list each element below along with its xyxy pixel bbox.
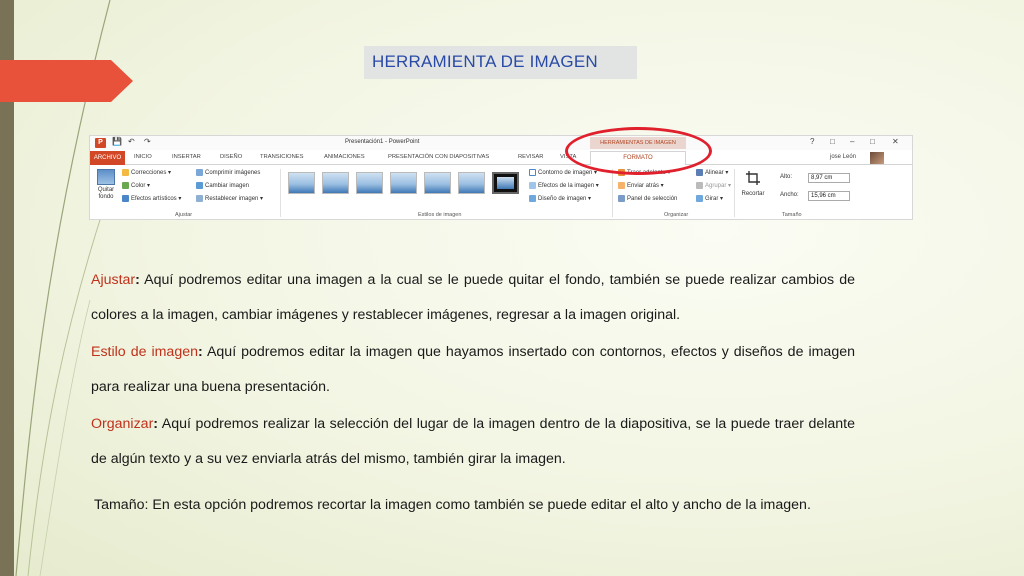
alto-input[interactable]: 8,97 cm — [808, 173, 850, 183]
effects-icon — [529, 182, 536, 189]
arrow-tab-decoration — [0, 60, 133, 102]
remove-background-icon — [97, 169, 115, 185]
paragraph-tamano: Tamaño: En esta opción podremos recortar… — [94, 497, 811, 513]
contorno-imagen-button[interactable]: Contorno de imagen ▾ — [529, 169, 597, 176]
text-ajustar: Aquí podremos editar una imagen a la cua… — [91, 272, 855, 323]
ribbon-display-icon[interactable]: □ — [830, 137, 835, 146]
quitar-fondo-label: Quitar fondo — [97, 187, 115, 200]
palette-icon — [122, 182, 129, 189]
correcciones-button[interactable]: Correcciones ▾ — [122, 169, 171, 176]
group-icon — [696, 182, 703, 189]
picture-style-thumb[interactable] — [458, 172, 485, 194]
save-icon[interactable]: 💾 — [112, 137, 122, 146]
text-organizar: Aquí podremos realizar la selección del … — [91, 416, 855, 467]
keyword-ajustar: Ajustar — [91, 272, 136, 288]
document-title: Presentación1 - PowerPoint — [345, 139, 420, 145]
tab-presentacion[interactable]: PRESENTACIÓN CON DIAPOSITIVAS — [388, 154, 489, 160]
tab-revisar[interactable]: REVISAR — [518, 154, 543, 160]
picture-style-thumb-selected[interactable] — [492, 172, 519, 194]
group-label-organizar: Organizar — [664, 212, 689, 218]
send-backward-icon — [618, 182, 625, 189]
group-separator — [734, 169, 735, 217]
rotate-icon — [696, 195, 703, 202]
picture-style-thumb[interactable] — [390, 172, 417, 194]
tab-archivo[interactable]: ARCHIVO — [90, 151, 125, 165]
ancho-input[interactable]: 15,96 cm — [808, 191, 850, 201]
paragraph-estilo: Estilo de imagen: Aquí podremos editar l… — [91, 344, 855, 395]
change-picture-icon — [196, 182, 203, 189]
picture-style-thumb[interactable] — [356, 172, 383, 194]
paragraph-ajustar: Ajustar: Aquí podremos editar una imagen… — [91, 272, 855, 323]
layout-icon — [529, 195, 536, 202]
keyword-estilo: Estilo de imagen — [91, 344, 198, 360]
group-label-estilos: Estilos de imagen — [418, 212, 462, 218]
efectos-imagen-button[interactable]: Efectos de la imagen ▾ — [529, 182, 599, 189]
maximize-icon[interactable]: □ — [870, 137, 875, 146]
cambiar-imagen-button[interactable]: Cambiar imagen — [196, 182, 249, 189]
alto-label: Alto: — [780, 174, 793, 180]
keyword-organizar: Organizar — [91, 416, 154, 432]
group-label-tamano: Tamaño — [782, 212, 802, 218]
highlight-circle — [565, 127, 712, 175]
outline-icon — [529, 169, 536, 176]
tab-diseno[interactable]: DISEÑO — [220, 154, 242, 160]
recortar-label: Recortar — [741, 191, 765, 197]
enviar-atras-button[interactable]: Enviar atrás ▾ — [618, 182, 664, 189]
minimize-icon[interactable]: – — [850, 137, 854, 146]
recortar-button[interactable]: Recortar — [738, 170, 768, 197]
reset-picture-icon — [196, 195, 203, 202]
avatar[interactable] — [870, 152, 884, 164]
girar-button[interactable]: Girar ▾ — [696, 195, 723, 202]
panel-seleccion-button[interactable]: Panel de selección — [618, 195, 677, 202]
agrupar-button[interactable]: Agrupar ▾ — [696, 182, 731, 189]
ancho-label: Ancho: — [780, 192, 799, 198]
tab-inicio[interactable]: INICIO — [134, 154, 152, 160]
picture-style-thumb[interactable] — [424, 172, 451, 194]
ribbon-screenshot: P 💾 ↶ ↷ Presentación1 - PowerPoint HERRA… — [89, 135, 913, 220]
slide-title-box: HERRAMIENTA DE IMAGEN — [364, 46, 637, 79]
group-label-ajustar: Ajustar — [175, 212, 193, 218]
undo-icon[interactable]: ↶ — [128, 137, 135, 146]
quitar-fondo-button[interactable]: Quitar fondo — [93, 169, 119, 209]
group-separator — [280, 169, 281, 217]
powerpoint-logo-icon: P — [95, 138, 106, 148]
redo-icon[interactable]: ↷ — [144, 137, 151, 146]
sun-icon — [122, 169, 129, 176]
ribbon-tabs: ARCHIVO INICIO INSERTAR DISEÑO TRANSICIO… — [90, 151, 912, 165]
selection-pane-icon — [618, 195, 625, 202]
efectos-artisticos-button[interactable]: Efectos artísticos ▾ — [122, 195, 181, 202]
tab-insertar[interactable]: INSERTAR — [172, 154, 201, 160]
compress-icon — [196, 169, 203, 176]
help-icon[interactable]: ? — [810, 137, 814, 146]
picture-style-thumb[interactable] — [288, 172, 315, 194]
restablecer-imagen-button[interactable]: Restablecer imagen ▾ — [196, 195, 263, 202]
paragraph-organizar: Organizar: Aquí podremos realizar la sel… — [91, 416, 855, 467]
user-name[interactable]: jose León — [830, 154, 856, 160]
align-icon — [696, 169, 703, 176]
alinear-button[interactable]: Alinear ▾ — [696, 169, 728, 176]
artistic-effects-icon — [122, 195, 129, 202]
tab-transiciones[interactable]: TRANSICIONES — [260, 154, 303, 160]
slide-title: HERRAMIENTA DE IMAGEN — [372, 52, 598, 71]
group-separator — [612, 169, 613, 217]
diseno-imagen-button[interactable]: Diseño de imagen ▾ — [529, 195, 591, 202]
close-icon[interactable]: ✕ — [892, 137, 899, 146]
text-estilo: Aquí podremos editar la imagen que hayam… — [91, 344, 855, 395]
picture-style-thumb[interactable] — [322, 172, 349, 194]
ribbon-title-bar: P 💾 ↶ ↷ Presentación1 - PowerPoint HERRA… — [90, 136, 912, 150]
crop-icon — [746, 171, 760, 185]
comprimir-imagenes-button[interactable]: Comprimir imágenes — [196, 169, 260, 176]
ribbon-body: Quitar fondo Correcciones ▾ Color ▾ Efec… — [90, 166, 912, 219]
tab-animaciones[interactable]: ANIMACIONES — [324, 154, 365, 160]
color-button[interactable]: Color ▾ — [122, 182, 150, 189]
